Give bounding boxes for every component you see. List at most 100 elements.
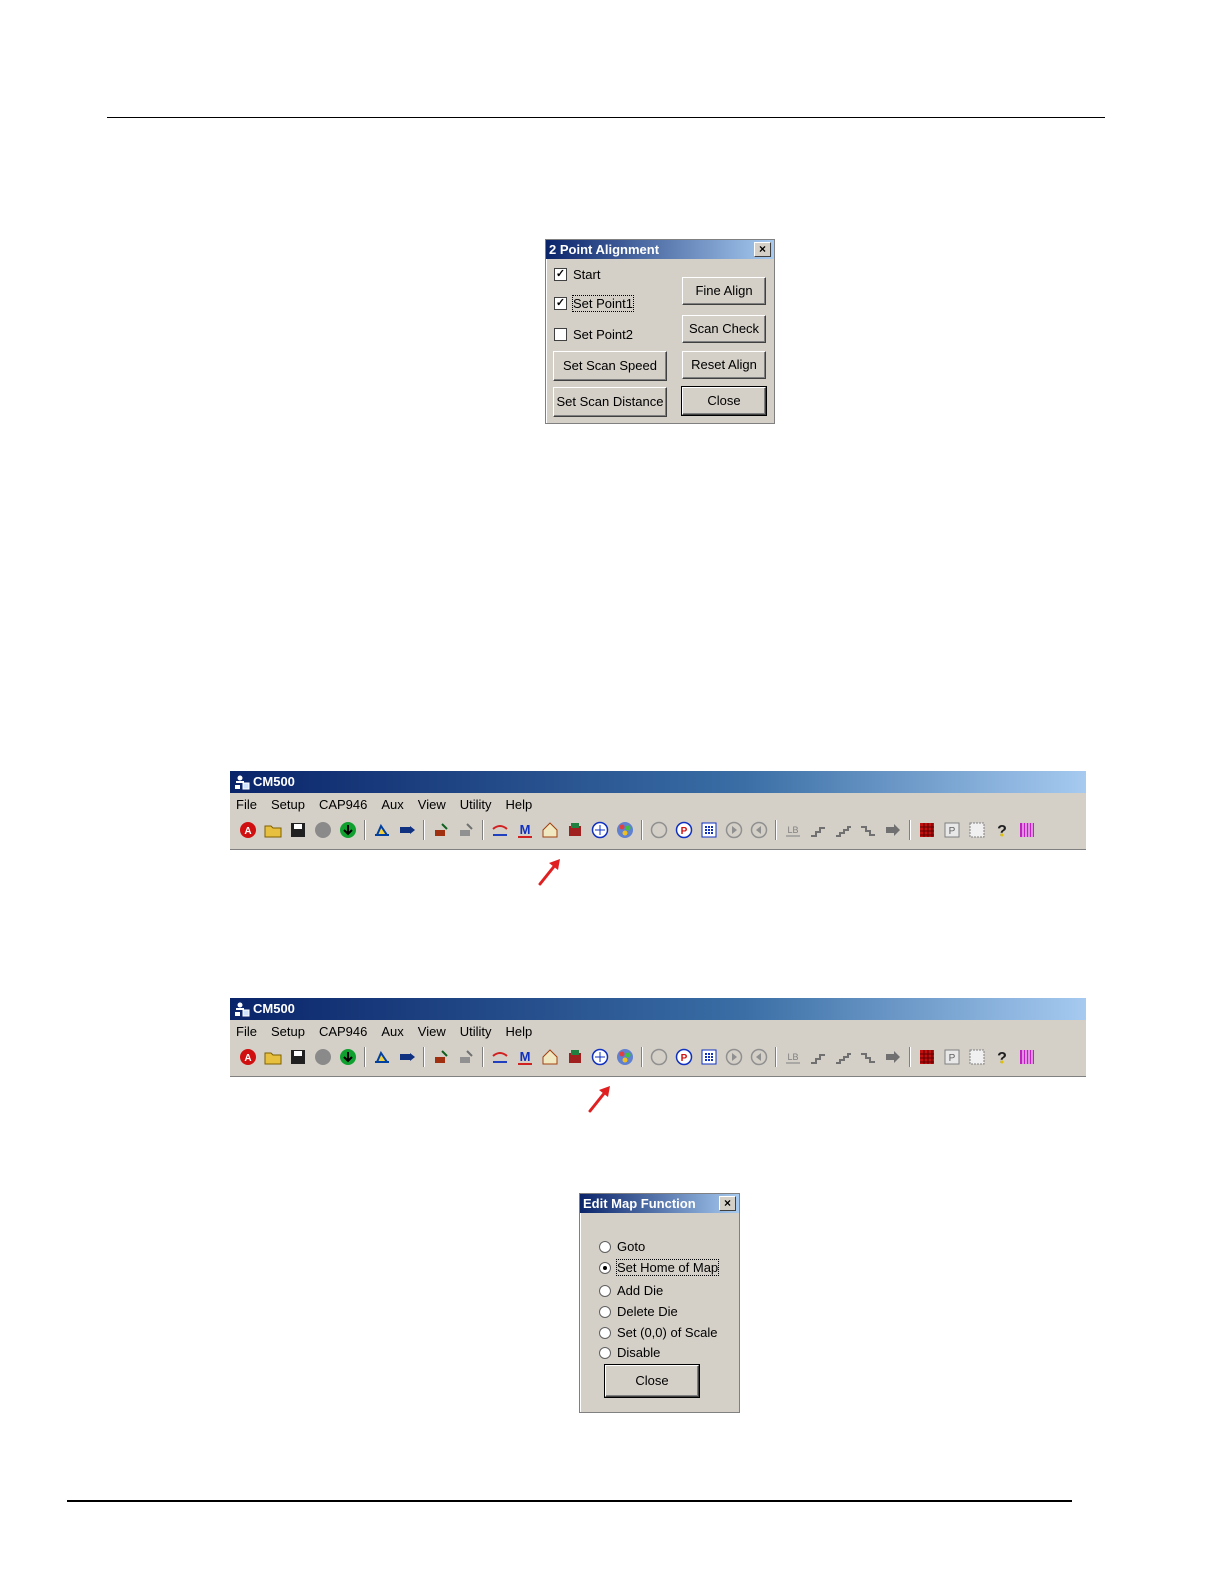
load-wafer-icon[interactable] <box>370 818 394 842</box>
reset-align-button[interactable]: Reset Align <box>682 351 766 379</box>
unload-icon[interactable] <box>395 1045 419 1069</box>
scan-check-button[interactable]: Scan Check <box>682 315 766 343</box>
bars-icon[interactable] <box>1015 818 1039 842</box>
map-icon[interactable]: M <box>513 1045 537 1069</box>
save-icon[interactable] <box>286 1045 310 1069</box>
radio-delete-die[interactable]: Delete Die <box>599 1304 678 1319</box>
next-icon[interactable] <box>881 818 905 842</box>
lb-icon[interactable]: LB <box>781 1045 805 1069</box>
checkbox-set-point2[interactable]: Set Point2 <box>554 327 633 342</box>
menu-cap946[interactable]: CAP946 <box>319 797 373 812</box>
step-up-icon[interactable] <box>806 818 830 842</box>
radio-set-origin-of-scale[interactable]: Set (0,0) of Scale <box>599 1325 717 1340</box>
color-wheel-icon[interactable] <box>613 818 637 842</box>
menu-help[interactable]: Help <box>506 797 539 812</box>
step-back-icon[interactable] <box>747 1045 771 1069</box>
radio-set-home-of-map[interactable]: Set Home of Map <box>599 1259 720 1276</box>
step-up-icon[interactable] <box>806 1045 830 1069</box>
alarm-icon[interactable]: A <box>236 1045 260 1069</box>
help-icon[interactable]: ? <box>990 818 1014 842</box>
radio-goto[interactable]: Goto <box>599 1239 645 1254</box>
menu-help[interactable]: Help <box>506 1024 539 1039</box>
dotted-grid-icon[interactable] <box>965 818 989 842</box>
target-icon[interactable] <box>588 1045 612 1069</box>
menu-utility[interactable]: Utility <box>460 797 498 812</box>
menu-setup[interactable]: Setup <box>271 1024 311 1039</box>
radio-disable[interactable]: Disable <box>599 1345 660 1360</box>
stage-up-icon[interactable] <box>429 818 453 842</box>
menu-file[interactable]: File <box>236 1024 263 1039</box>
p-icon[interactable]: P <box>672 1045 696 1069</box>
radio-add-die-dot[interactable] <box>599 1284 611 1297</box>
lb-icon[interactable]: LB <box>781 818 805 842</box>
dotted-grid-icon[interactable] <box>965 1045 989 1069</box>
stage-down-icon[interactable] <box>454 818 478 842</box>
step-back-icon[interactable] <box>747 818 771 842</box>
close-button[interactable]: Close <box>681 386 767 416</box>
grid-icon[interactable] <box>697 1045 721 1069</box>
menu-setup[interactable]: Setup <box>271 797 311 812</box>
bars-icon[interactable] <box>1015 1045 1039 1069</box>
menu-view[interactable]: View <box>418 1024 452 1039</box>
fine-align-button[interactable]: Fine Align <box>682 277 766 305</box>
stage-up-icon[interactable] <box>429 1045 453 1069</box>
download-icon[interactable] <box>336 1045 360 1069</box>
radio-goto-dot[interactable] <box>599 1240 611 1253</box>
gray-circle-icon[interactable] <box>311 1045 335 1069</box>
menu-cap946[interactable]: CAP946 <box>319 1024 373 1039</box>
open-folder-icon[interactable] <box>261 1045 285 1069</box>
align-icon[interactable] <box>488 818 512 842</box>
radio-set-home-of-map-dot[interactable] <box>599 1261 611 1274</box>
red-grid-icon[interactable] <box>915 818 939 842</box>
menu-file[interactable]: File <box>236 797 263 812</box>
step-up-2-icon[interactable] <box>831 818 855 842</box>
save-icon[interactable] <box>286 818 310 842</box>
color-wheel-icon[interactable] <box>613 1045 637 1069</box>
step-up-2-icon[interactable] <box>831 1045 855 1069</box>
step-down-icon[interactable] <box>856 818 880 842</box>
dialog-close-icon[interactable]: × <box>754 242 771 257</box>
step-down-icon[interactable] <box>856 1045 880 1069</box>
map-icon[interactable]: M <box>513 818 537 842</box>
p-grid-icon[interactable]: P <box>940 1045 964 1069</box>
open-folder-icon[interactable] <box>261 818 285 842</box>
grid-icon[interactable] <box>697 818 721 842</box>
radio-disable-dot[interactable] <box>599 1346 611 1359</box>
help-icon[interactable]: ? <box>990 1045 1014 1069</box>
dialog-close-icon[interactable]: × <box>719 1196 736 1211</box>
load-wafer-icon[interactable] <box>370 1045 394 1069</box>
menu-view[interactable]: View <box>418 797 452 812</box>
close-button[interactable]: Close <box>604 1364 700 1398</box>
p-icon[interactable]: P <box>672 818 696 842</box>
menu-utility[interactable]: Utility <box>460 1024 498 1039</box>
checkbox-start-box[interactable]: ✓ <box>554 268 567 281</box>
download-icon[interactable] <box>336 818 360 842</box>
set-scan-speed-button[interactable]: Set Scan Speed <box>553 351 667 381</box>
red-grid-icon[interactable] <box>915 1045 939 1069</box>
step-forward-icon[interactable] <box>722 1045 746 1069</box>
probe-disabled-icon[interactable] <box>647 1045 671 1069</box>
home-icon[interactable] <box>538 818 562 842</box>
stage-down-icon[interactable] <box>454 1045 478 1069</box>
checkbox-start[interactable]: ✓ Start <box>554 267 600 282</box>
radio-add-die[interactable]: Add Die <box>599 1283 663 1298</box>
unload-icon[interactable] <box>395 818 419 842</box>
probe-disabled-icon[interactable] <box>647 818 671 842</box>
align-icon[interactable] <box>488 1045 512 1069</box>
p-grid-icon[interactable]: P <box>940 818 964 842</box>
radio-set-origin-of-scale-dot[interactable] <box>599 1326 611 1339</box>
alarm-icon[interactable]: A <box>236 818 260 842</box>
checkbox-set-point1-box[interactable]: ✓ <box>554 297 567 310</box>
gray-circle-icon[interactable] <box>311 818 335 842</box>
next-icon[interactable] <box>881 1045 905 1069</box>
menu-aux[interactable]: Aux <box>381 797 409 812</box>
target-icon[interactable] <box>588 818 612 842</box>
set-scan-distance-button[interactable]: Set Scan Distance <box>553 387 667 417</box>
radio-delete-die-dot[interactable] <box>599 1305 611 1318</box>
menu-aux[interactable]: Aux <box>381 1024 409 1039</box>
die-icon[interactable] <box>563 1045 587 1069</box>
home-icon[interactable] <box>538 1045 562 1069</box>
checkbox-set-point2-box[interactable] <box>554 328 567 341</box>
checkbox-set-point1[interactable]: ✓ Set Point1 <box>554 295 634 312</box>
step-forward-icon[interactable] <box>722 818 746 842</box>
